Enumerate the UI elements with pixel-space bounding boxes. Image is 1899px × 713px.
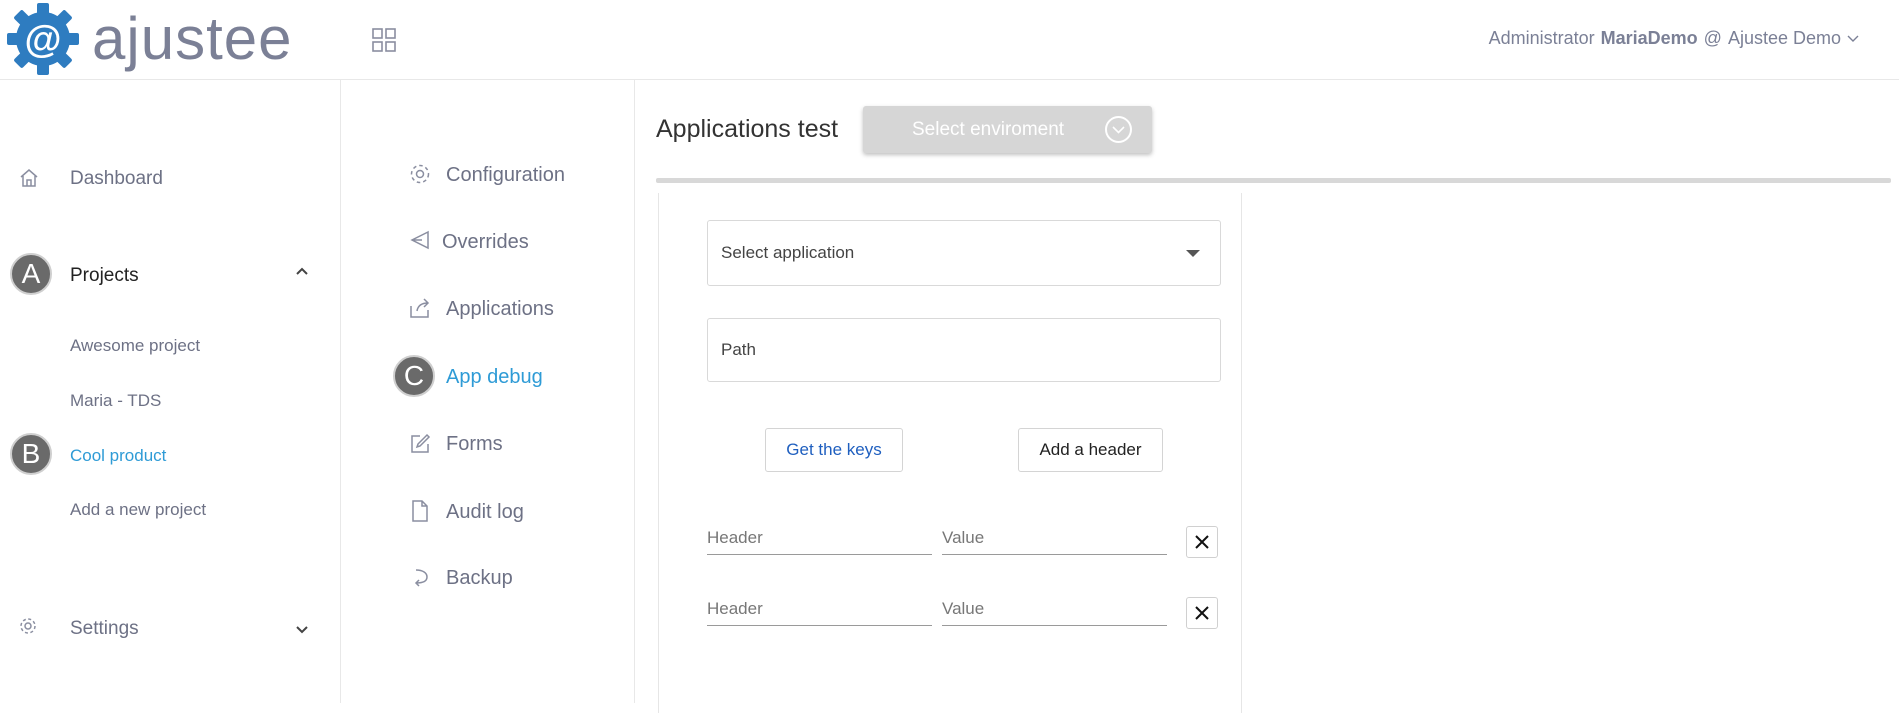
org-name: Ajustee Demo [1727, 28, 1841, 48]
top-bar: @ ajustee Administrator MariaDemo @ Ajus… [0, 0, 1899, 80]
remove-header-button[interactable] [1186, 526, 1218, 558]
sidebar-project-maria-tds[interactable]: Maria - TDS [70, 391, 161, 411]
close-icon [1195, 606, 1209, 620]
home-icon [20, 169, 38, 187]
logo-glyph: @ [24, 19, 61, 61]
sidebar-add-project[interactable]: Add a new project [70, 500, 206, 520]
logo-gear-icon: @ [7, 3, 79, 75]
user-menu[interactable]: Administrator MariaDemo @ Ajustee Demo [1489, 28, 1859, 49]
edit-icon [411, 433, 431, 453]
add-header-button[interactable]: Add a header [1018, 428, 1163, 472]
nav-item-forms[interactable]: Forms [446, 433, 503, 456]
annotation-badge-a: A [10, 253, 52, 295]
logo[interactable]: @ ajustee [6, 2, 292, 76]
sidebar-divider [340, 80, 341, 703]
remove-header-button[interactable] [1186, 597, 1218, 629]
nav-item-applications[interactable]: Applications [446, 298, 554, 321]
caret-down-icon [1186, 250, 1200, 257]
header-value-input[interactable] [942, 521, 1167, 555]
user-name: MariaDemo [1600, 28, 1698, 48]
nav-divider [634, 80, 635, 703]
sidebar-item-dashboard[interactable]: Dashboard [70, 168, 163, 190]
chevron-down-icon[interactable] [294, 622, 310, 638]
share-icon [410, 298, 430, 318]
chevron-down-icon [1847, 35, 1859, 42]
divider-bar [656, 178, 1891, 183]
annotation-badge-b: B [10, 433, 52, 475]
page-title: Applications test [656, 115, 839, 143]
nav-item-configuration[interactable]: Configuration [446, 164, 565, 187]
header-name-input[interactable] [707, 592, 932, 626]
sidebar-project-awesome[interactable]: Awesome project [70, 336, 200, 356]
environment-select[interactable]: Select enviroment [863, 106, 1152, 153]
sidebar-item-settings[interactable]: Settings [70, 618, 139, 640]
logo-text: ajustee [92, 5, 293, 72]
header-name-input[interactable] [707, 521, 932, 555]
sidebar-item-projects[interactable]: Projects [70, 265, 139, 287]
close-icon [1195, 535, 1209, 549]
nav-item-backup[interactable]: Backup [446, 567, 513, 590]
grid-icon[interactable] [372, 28, 396, 52]
gear-icon [20, 618, 36, 634]
environment-select-label: Select enviroment [912, 118, 1065, 140]
header-value-input[interactable] [942, 592, 1167, 626]
nav-item-overrides[interactable]: Overrides [442, 231, 529, 254]
user-role: Administrator [1488, 28, 1595, 48]
gear-icon [410, 164, 430, 184]
chevron-up-icon[interactable] [294, 263, 310, 279]
annotation-badge-c: C [393, 355, 435, 397]
get-keys-button[interactable]: Get the keys [765, 428, 903, 472]
undo-icon [414, 569, 428, 587]
send-icon [410, 230, 429, 250]
application-select[interactable]: Select application [707, 220, 1221, 286]
nav-item-audit-log[interactable]: Audit log [446, 501, 524, 524]
path-input[interactable] [707, 318, 1221, 382]
sidebar-project-cool-product[interactable]: Cool product [70, 446, 166, 466]
application-select-label: Select application [721, 243, 855, 262]
chevron-down-icon [1105, 116, 1132, 143]
file-icon [412, 500, 428, 522]
nav-item-app-debug[interactable]: App debug [446, 366, 543, 389]
user-at: @ [1703, 28, 1722, 48]
